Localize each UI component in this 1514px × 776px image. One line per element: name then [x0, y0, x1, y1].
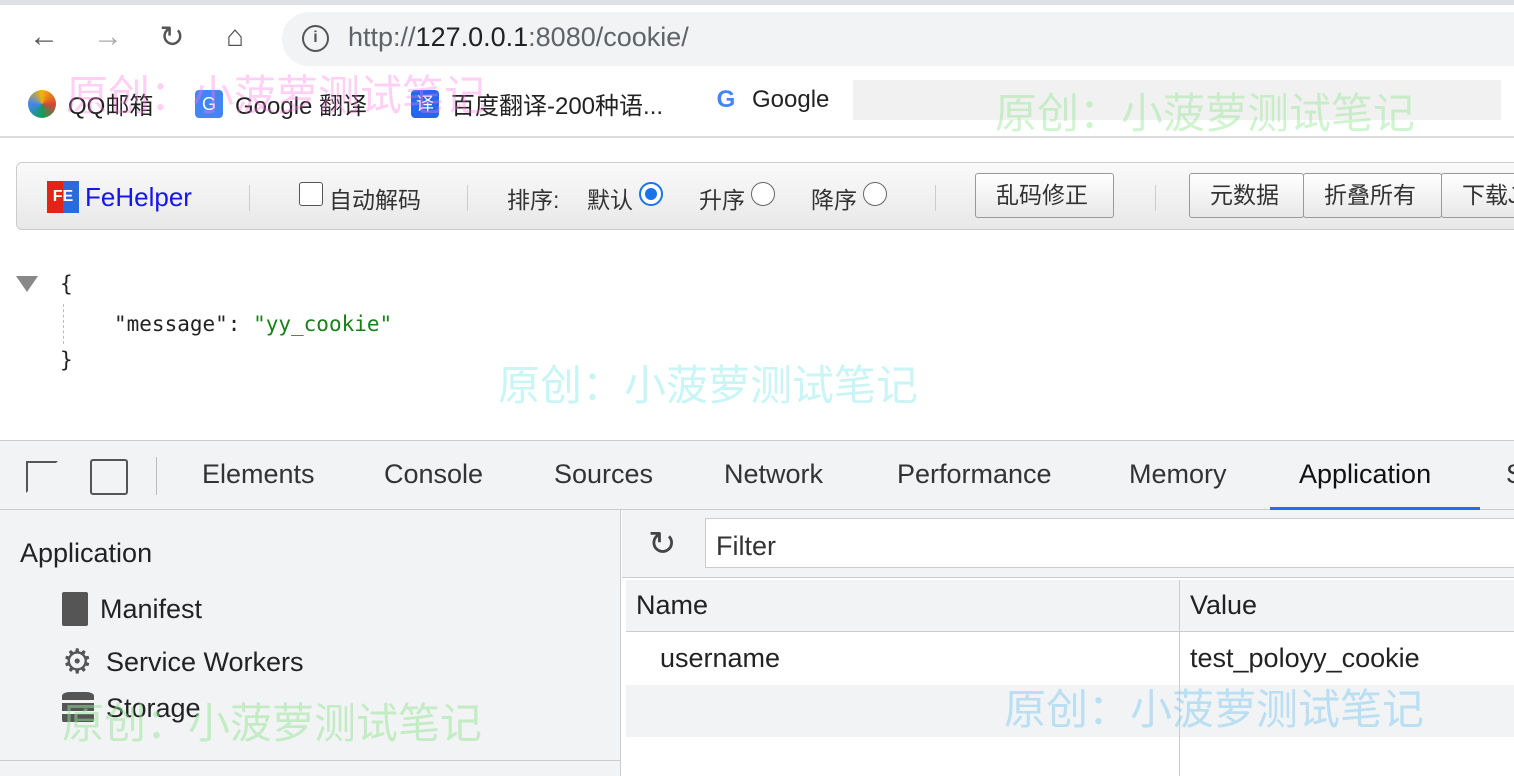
home-icon[interactable]: ⌂: [215, 20, 255, 54]
checkbox-icon[interactable]: [299, 182, 323, 206]
url-path: :8080/cookie/: [528, 22, 689, 52]
sidebar-item-service-workers[interactable]: ⚙ Service Workers: [62, 642, 304, 682]
column-header-name[interactable]: Name: [636, 590, 708, 621]
column-header-value[interactable]: Value: [1190, 590, 1257, 621]
json-close-brace: }: [60, 348, 73, 372]
radio-icon[interactable]: [863, 182, 887, 206]
sidebar-heading: Application: [20, 538, 153, 568]
fix-encoding-button[interactable]: 乱码修正: [975, 173, 1114, 218]
bookmark-google-translate[interactable]: G Google 翻译: [195, 86, 367, 121]
radio-icon[interactable]: [751, 182, 775, 206]
table-row-empty: [626, 685, 1514, 737]
cookie-toolbar: ↻ Filter: [622, 510, 1514, 578]
sort-default-radio[interactable]: 默认: [587, 181, 663, 215]
gear-icon: ⚙: [62, 643, 93, 681]
cookie-value: test_poloyy_cookie: [1190, 643, 1420, 673]
address-bar[interactable]: i http://127.0.0.1:8080/cookie/: [282, 12, 1514, 66]
url-scheme: http://: [348, 22, 416, 52]
json-value: "yy_cookie": [253, 312, 393, 336]
tab-network[interactable]: Network: [724, 459, 823, 490]
devtools-tab-bar: Elements Console Sources Network Perform…: [0, 440, 1514, 510]
cookie-name: username: [660, 643, 781, 673]
refresh-icon[interactable]: ↻: [648, 524, 677, 564]
fehelper-brand[interactable]: FE FeHelper: [47, 181, 192, 213]
json-key: "message": [114, 312, 228, 336]
collapse-toggle-icon[interactable]: [16, 276, 38, 292]
sidebar-item-storage[interactable]: Storage: [62, 692, 201, 724]
bookmark-bar-empty: [853, 80, 1501, 120]
sort-asc-radio[interactable]: 升序: [699, 181, 775, 215]
download-json-button[interactable]: 下载JSON: [1441, 173, 1514, 218]
google-translate-icon: G: [195, 89, 223, 118]
back-icon[interactable]: ←: [24, 20, 64, 54]
fehelper-toolbar: FE FeHelper 自动解码 排序: 默认 升序 降序 乱码修正 元数据 折叠…: [16, 162, 1514, 230]
tab-console[interactable]: Console: [384, 459, 483, 490]
collapse-all-button[interactable]: 折叠所有: [1303, 173, 1442, 218]
database-icon: [62, 692, 94, 724]
forward-icon[interactable]: →: [88, 20, 128, 54]
google-icon: G: [712, 86, 740, 114]
sort-desc-radio[interactable]: 降序: [811, 181, 887, 215]
watermark: 原创：小菠萝测试笔记: [498, 362, 919, 409]
tab-memory[interactable]: Memory: [1129, 459, 1227, 490]
bookmark-google[interactable]: G Google: [712, 86, 829, 114]
table-row[interactable]: username test_poloyy_cookie: [626, 633, 1514, 685]
baidu-translate-icon: 译: [411, 89, 439, 118]
tab-security[interactable]: S: [1506, 459, 1514, 490]
qq-mail-icon: [28, 89, 56, 118]
file-icon: [62, 592, 88, 626]
tab-elements[interactable]: Elements: [202, 459, 315, 490]
filter-input[interactable]: Filter: [705, 518, 1514, 568]
json-open-brace: {: [60, 272, 73, 296]
radio-checked-icon[interactable]: [639, 182, 663, 206]
url-host: 127.0.0.1: [415, 22, 529, 52]
metadata-button[interactable]: 元数据: [1189, 173, 1304, 218]
bookmark-qq-mail[interactable]: QQ邮箱: [28, 86, 153, 121]
fehelper-logo-icon: FE: [47, 181, 79, 213]
table-header: Name Value: [626, 580, 1514, 632]
tab-performance[interactable]: Performance: [897, 459, 1052, 490]
application-sidebar: Application Manifest ⚙ Service Workers St…: [0, 510, 621, 776]
bookmark-baidu-translate[interactable]: 译百度翻译-200种语...: [411, 86, 663, 121]
browser-toolbar: ← → ↻ ⌂ i http://127.0.0.1:8080/cookie/ …: [0, 0, 1514, 138]
sort-label: 排序:: [507, 187, 560, 213]
inspect-element-icon[interactable]: [26, 461, 58, 493]
tab-sources[interactable]: Sources: [554, 459, 653, 490]
reload-icon[interactable]: ↻: [152, 20, 192, 55]
device-toolbar-icon[interactable]: [90, 459, 128, 495]
auto-decode-checkbox[interactable]: 自动解码: [299, 181, 421, 215]
tab-application[interactable]: Application: [1299, 459, 1431, 490]
info-icon[interactable]: i: [302, 25, 329, 52]
sidebar-item-manifest[interactable]: Manifest: [62, 592, 202, 626]
